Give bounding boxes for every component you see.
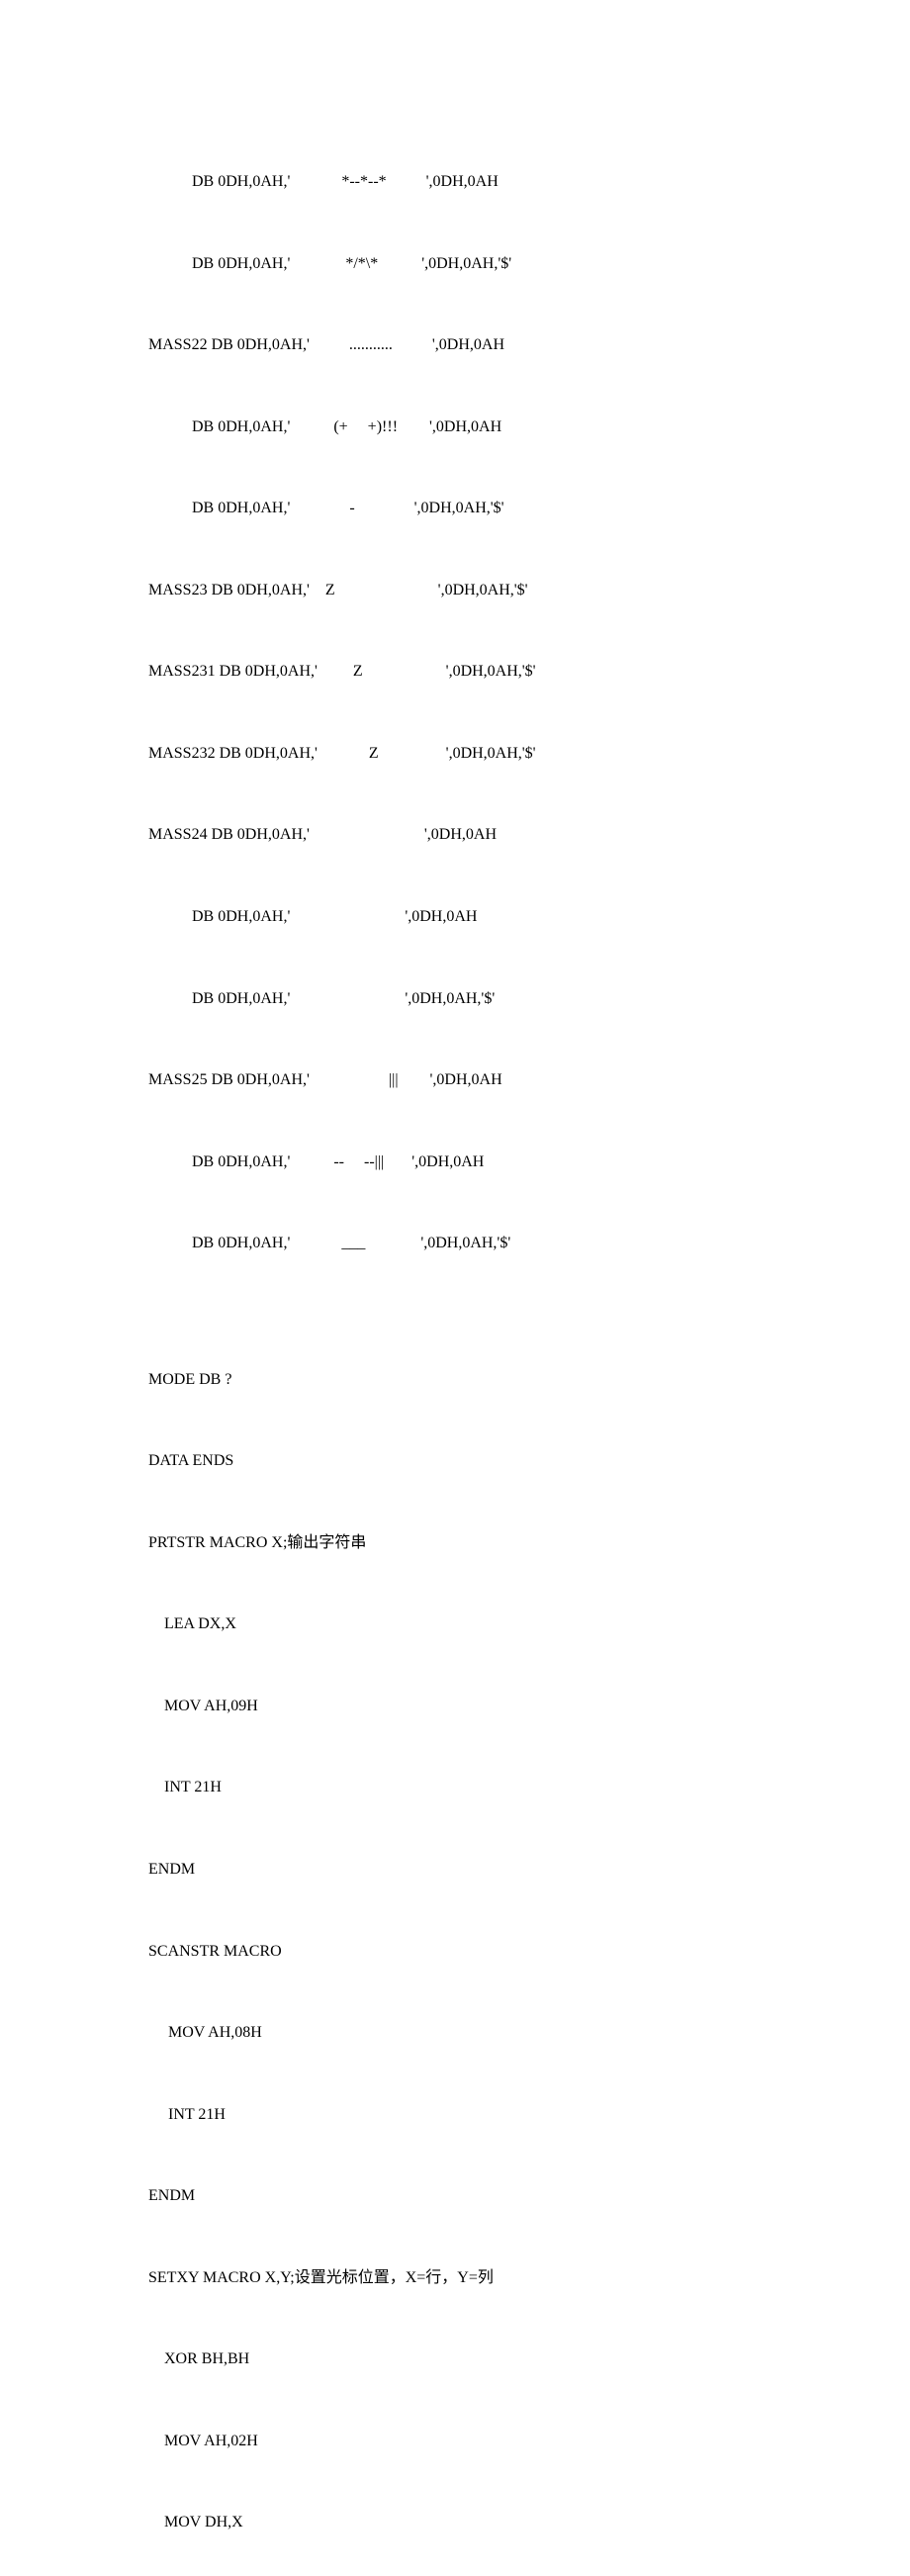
code-line: DATA ENDS <box>148 1447 762 1475</box>
code-line: DB 0DH,0AH,' ___ ',0DH,0AH,'$' <box>148 1230 762 1257</box>
code-line: MODE DB ? <box>148 1366 762 1394</box>
code-line: MOV AH,02H <box>148 2428 762 2455</box>
code-line: ENDM <box>148 2182 762 2210</box>
document-page: DB 0DH,0AH,' *--*--* ',0DH,0AH DB 0DH,0A… <box>0 0 910 2576</box>
code-line: MOV AH,09H <box>148 1693 762 1720</box>
code-line: MASS25 DB 0DH,0AH,' ||| ',0DH,0AH <box>148 1066 762 1094</box>
code-line: DB 0DH,0AH,' */*\* ',0DH,0AH,'$' <box>148 250 762 278</box>
code-line: DB 0DH,0AH,' *--*--* ',0DH,0AH <box>148 168 762 196</box>
code-line: MASS22 DB 0DH,0AH,' ........... ',0DH,0A… <box>148 331 762 359</box>
code-line: INT 21H <box>148 1774 762 1801</box>
code-line: XOR BH,BH <box>148 2346 762 2373</box>
code-line: MASS232 DB 0DH,0AH,' Z ',0DH,0AH,'$' <box>148 740 762 768</box>
code-line: DB 0DH,0AH,' - ',0DH,0AH,'$' <box>148 495 762 522</box>
code-line: DB 0DH,0AH,' -- --||| ',0DH,0AH <box>148 1149 762 1176</box>
code-line: ENDM <box>148 1856 762 1884</box>
code-line: INT 21H <box>148 2101 762 2129</box>
code-line: SETXY MACRO X,Y;设置光标位置，X=行，Y=列 <box>148 2264 762 2292</box>
code-line: DB 0DH,0AH,' ',0DH,0AH <box>148 903 762 931</box>
code-line: MOV AH,08H <box>148 2019 762 2047</box>
code-line: SCANSTR MACRO <box>148 1938 762 1966</box>
code-line: DB 0DH,0AH,' (+ +)!!! ',0DH,0AH <box>148 414 762 441</box>
code-line: LEA DX,X <box>148 1610 762 1638</box>
code-line: DB 0DH,0AH,' ',0DH,0AH,'$' <box>148 985 762 1013</box>
code-line: MASS23 DB 0DH,0AH,' Z ',0DH,0AH,'$' <box>148 577 762 604</box>
code-line: PRTSTR MACRO X;输出字符串 <box>148 1529 762 1557</box>
code-line: MOV DH,X <box>148 2509 762 2536</box>
code-line: MASS24 DB 0DH,0AH,' ',0DH,0AH <box>148 821 762 849</box>
code-line: MASS231 DB 0DH,0AH,' Z ',0DH,0AH,'$' <box>148 658 762 686</box>
